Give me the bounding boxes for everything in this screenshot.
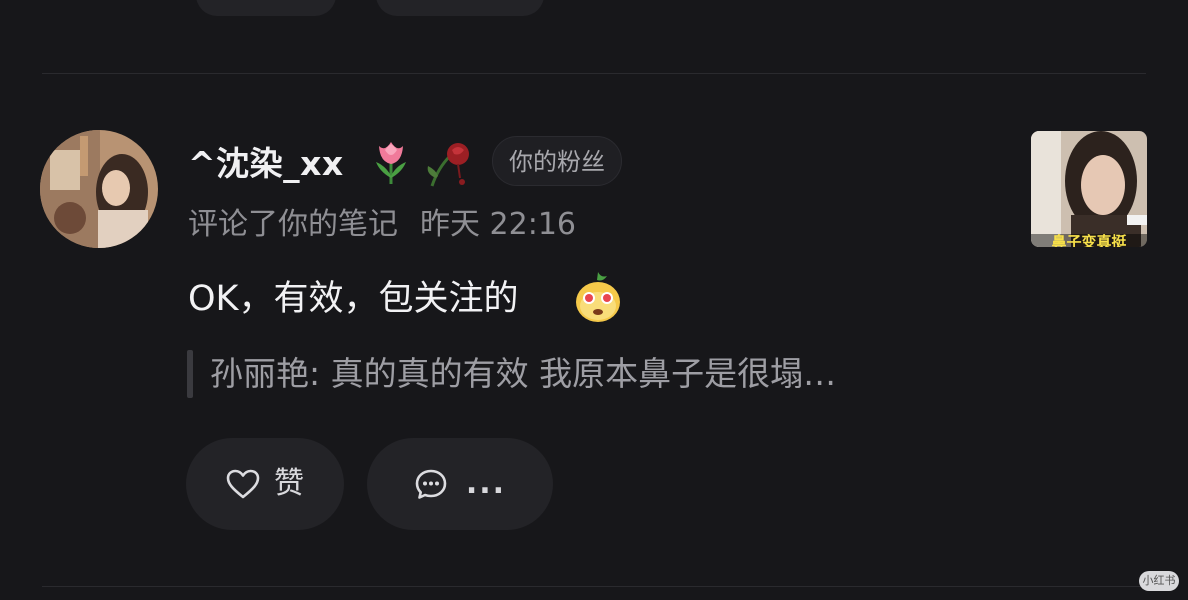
previous-reply-button[interactable] (376, 0, 544, 16)
tulip-emoji (376, 142, 406, 184)
divider (42, 73, 1146, 74)
avatar[interactable] (40, 130, 158, 248)
watermark: 小红书 (1139, 571, 1179, 591)
fan-badge: 你的粉丝 (492, 136, 622, 186)
like-label: 赞 (274, 466, 304, 501)
thumbnail-caption: 鼻子变真挺 (1031, 234, 1147, 247)
quote-bar (187, 350, 193, 398)
reply-label: ... (465, 466, 507, 501)
divider (42, 586, 1146, 587)
pudding-face-emoji (576, 272, 620, 322)
wilted-rose-emoji (427, 143, 469, 187)
username[interactable]: ^沈染_xx (188, 142, 344, 186)
quoted-comment[interactable]: 孙丽艳: 真的真的有效 我原本鼻子是很塌… (210, 352, 836, 396)
comment-meta: 评论了你的笔记 昨天 22:16 (188, 205, 576, 245)
like-button[interactable]: 赞 (186, 438, 344, 530)
reply-button[interactable]: ... (367, 438, 553, 530)
heart-outline-icon (226, 469, 260, 499)
action-text: 评论了你的笔记 (188, 207, 398, 242)
chat-bubble-icon (415, 469, 447, 499)
timestamp: 昨天 22:16 (420, 207, 576, 242)
comment-text[interactable]: OK，有效，包关注的 (188, 276, 519, 322)
note-thumbnail[interactable]: 鼻子变真挺 (1031, 131, 1147, 247)
previous-like-button[interactable] (196, 0, 336, 16)
